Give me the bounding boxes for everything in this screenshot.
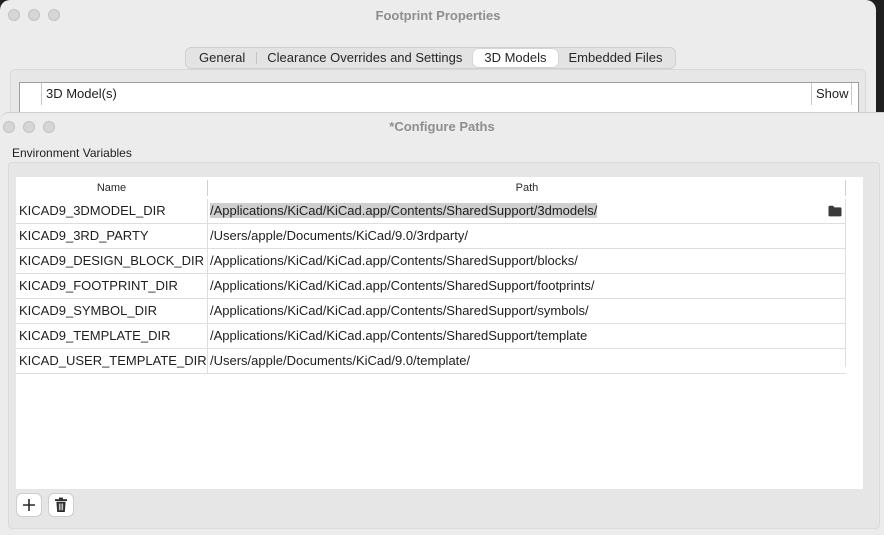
variable-path-cell[interactable]: /Applications/KiCad/KiCad.app/Contents/S… <box>210 274 594 298</box>
variable-path-cell[interactable]: /Users/apple/Documents/KiCad/9.0/3rdpart… <box>210 224 468 248</box>
table-row[interactable]: KICAD9_FOOTPRINT_DIR /Applications/KiCad… <box>16 274 846 299</box>
cell-divider <box>207 299 208 323</box>
variable-path-cell[interactable]: /Applications/KiCad/KiCad.app/Contents/S… <box>210 249 578 273</box>
delete-variable-button[interactable] <box>48 493 74 517</box>
titlebar[interactable]: *Configure Paths <box>0 113 884 145</box>
cell-divider <box>207 349 208 373</box>
variable-name-cell[interactable]: KICAD9_SYMBOL_DIR <box>19 299 206 323</box>
trash-icon <box>55 497 67 512</box>
tab-bar: General Clearance Overrides and Settings… <box>185 47 677 69</box>
table-row[interactable]: KICAD_USER_TEMPLATE_DIR /Users/apple/Doc… <box>16 349 846 374</box>
table-row[interactable]: KICAD9_3RD_PARTY /Users/apple/Documents/… <box>16 224 846 249</box>
table-row[interactable]: KICAD9_SYMBOL_DIR /Applications/KiCad/Ki… <box>16 299 846 324</box>
variable-name-cell[interactable]: KICAD9_TEMPLATE_DIR <box>19 324 206 348</box>
configure-paths-window: *Configure Paths Environment Variables N… <box>0 112 884 535</box>
variable-path-cell[interactable]: /Applications/KiCad/KiCad.app/Contents/S… <box>210 299 589 323</box>
grid-right-border <box>845 199 846 367</box>
3d-models-grid[interactable]: 3D Model(s) Show <box>19 82 859 114</box>
variable-name-cell[interactable]: KICAD9_FOOTPRINT_DIR <box>19 274 206 298</box>
row-label-header <box>20 83 42 105</box>
tab-embedded-files[interactable]: Embedded Files <box>558 49 674 67</box>
cell-divider <box>207 199 208 223</box>
variable-path-cell[interactable]: /Applications/KiCad/KiCad.app/Contents/S… <box>210 324 587 348</box>
table-row[interactable]: KICAD9_3DMODEL_DIR /Applications/KiCad/K… <box>16 199 846 224</box>
cell-divider <box>207 274 208 298</box>
table-row[interactable]: KICAD9_DESIGN_BLOCK_DIR /Applications/Ki… <box>16 249 846 274</box>
column-header-3d-models[interactable]: 3D Model(s) <box>42 83 812 105</box>
window-title: *Configure Paths <box>389 119 495 134</box>
environment-variables-grid[interactable]: Name Path KICAD9_3DMODEL_DIR /Applicatio… <box>16 177 862 489</box>
tab-3d-models[interactable]: 3D Models <box>473 49 558 67</box>
variable-name-cell[interactable]: KICAD9_3DMODEL_DIR <box>19 199 206 223</box>
variable-name-cell[interactable]: KICAD9_3RD_PARTY <box>19 224 206 248</box>
column-header-path[interactable]: Path <box>208 177 846 199</box>
plus-icon <box>23 499 35 511</box>
cell-divider <box>207 224 208 248</box>
titlebar[interactable]: Footprint Properties <box>0 0 876 32</box>
table-row[interactable]: KICAD9_TEMPLATE_DIR /Applications/KiCad/… <box>16 324 846 349</box>
tab-general[interactable]: General <box>188 49 256 67</box>
selected-path-text[interactable]: /Applications/KiCad/KiCad.app/Contents/S… <box>210 203 598 218</box>
cell-divider <box>207 249 208 273</box>
column-separator[interactable] <box>845 180 846 196</box>
folder-icon[interactable] <box>828 205 842 217</box>
tab-clearance-overrides[interactable]: Clearance Overrides and Settings <box>256 49 473 67</box>
variable-path-cell[interactable]: /Users/apple/Documents/KiCad/9.0/templat… <box>210 349 470 373</box>
cell-divider <box>207 324 208 348</box>
environment-variables-label: Environment Variables <box>12 146 132 160</box>
variable-path-cell[interactable]: /Applications/KiCad/KiCad.app/Contents/S… <box>210 199 598 223</box>
window-title: Footprint Properties <box>375 8 501 23</box>
grid-toolbar <box>16 493 74 517</box>
grid-rows: KICAD9_3DMODEL_DIR /Applications/KiCad/K… <box>16 199 846 374</box>
environment-variables-panel: Name Path KICAD9_3DMODEL_DIR /Applicatio… <box>8 162 880 529</box>
grid-header: Name Path <box>16 177 846 199</box>
variable-name-cell[interactable]: KICAD_USER_TEMPLATE_DIR <box>19 349 207 373</box>
column-header-show[interactable]: Show <box>812 83 852 105</box>
add-variable-button[interactable] <box>16 493 42 517</box>
variable-name-cell[interactable]: KICAD9_DESIGN_BLOCK_DIR <box>19 249 206 273</box>
grid-scrollbar[interactable] <box>855 177 863 489</box>
column-header-name[interactable]: Name <box>16 177 207 199</box>
